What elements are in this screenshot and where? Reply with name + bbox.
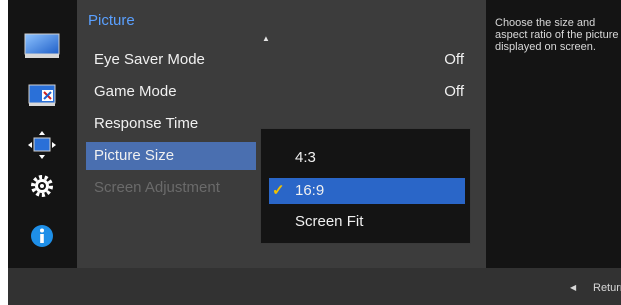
picture-icon[interactable]	[24, 33, 60, 59]
help-text: Choose the size and aspect ratio of the …	[495, 17, 619, 53]
option-screen-fit[interactable]: Screen Fit	[269, 209, 465, 235]
option-4-3[interactable]: 4:3	[269, 145, 465, 171]
move-icon[interactable]	[24, 131, 60, 159]
checkmark-icon: ✓	[272, 182, 285, 199]
option-label: Screen Fit	[295, 213, 364, 230]
option-label: 16:9	[295, 182, 325, 199]
return-label[interactable]: Return	[593, 282, 621, 294]
option-16-9[interactable]: ✓ 16:9	[269, 178, 465, 204]
category-icon-strip	[8, 0, 77, 268]
menu-title: Picture	[88, 12, 135, 29]
menu-item-label: Game Mode	[94, 83, 177, 100]
menu-item-label: Picture Size	[94, 147, 175, 164]
menu-item-label: Eye Saver Mode	[94, 51, 205, 68]
menu-item-value: Off	[444, 83, 464, 100]
menu-item-value: Off	[444, 51, 464, 68]
menu-item-game-mode[interactable]: Game Mode Off	[86, 78, 466, 106]
bottom-bar	[8, 268, 621, 305]
menu-item-label: Screen Adjustment	[94, 179, 220, 196]
option-label: 4:3	[295, 149, 316, 166]
picture-size-submenu: 4:3 ✓ 16:9 Screen Fit	[260, 128, 471, 244]
scroll-up-icon[interactable]: ▲	[262, 34, 270, 43]
settings-icon[interactable]	[24, 173, 60, 199]
menu-item-eye-saver-mode[interactable]: Eye Saver Mode Off	[86, 46, 466, 74]
menu-item-picture-size[interactable]: Picture Size	[86, 142, 256, 170]
menu-item-label: Response Time	[94, 115, 199, 132]
pip-icon[interactable]	[24, 82, 60, 108]
return-arrow-icon[interactable]: ◀	[570, 283, 576, 292]
info-icon[interactable]	[24, 223, 60, 249]
